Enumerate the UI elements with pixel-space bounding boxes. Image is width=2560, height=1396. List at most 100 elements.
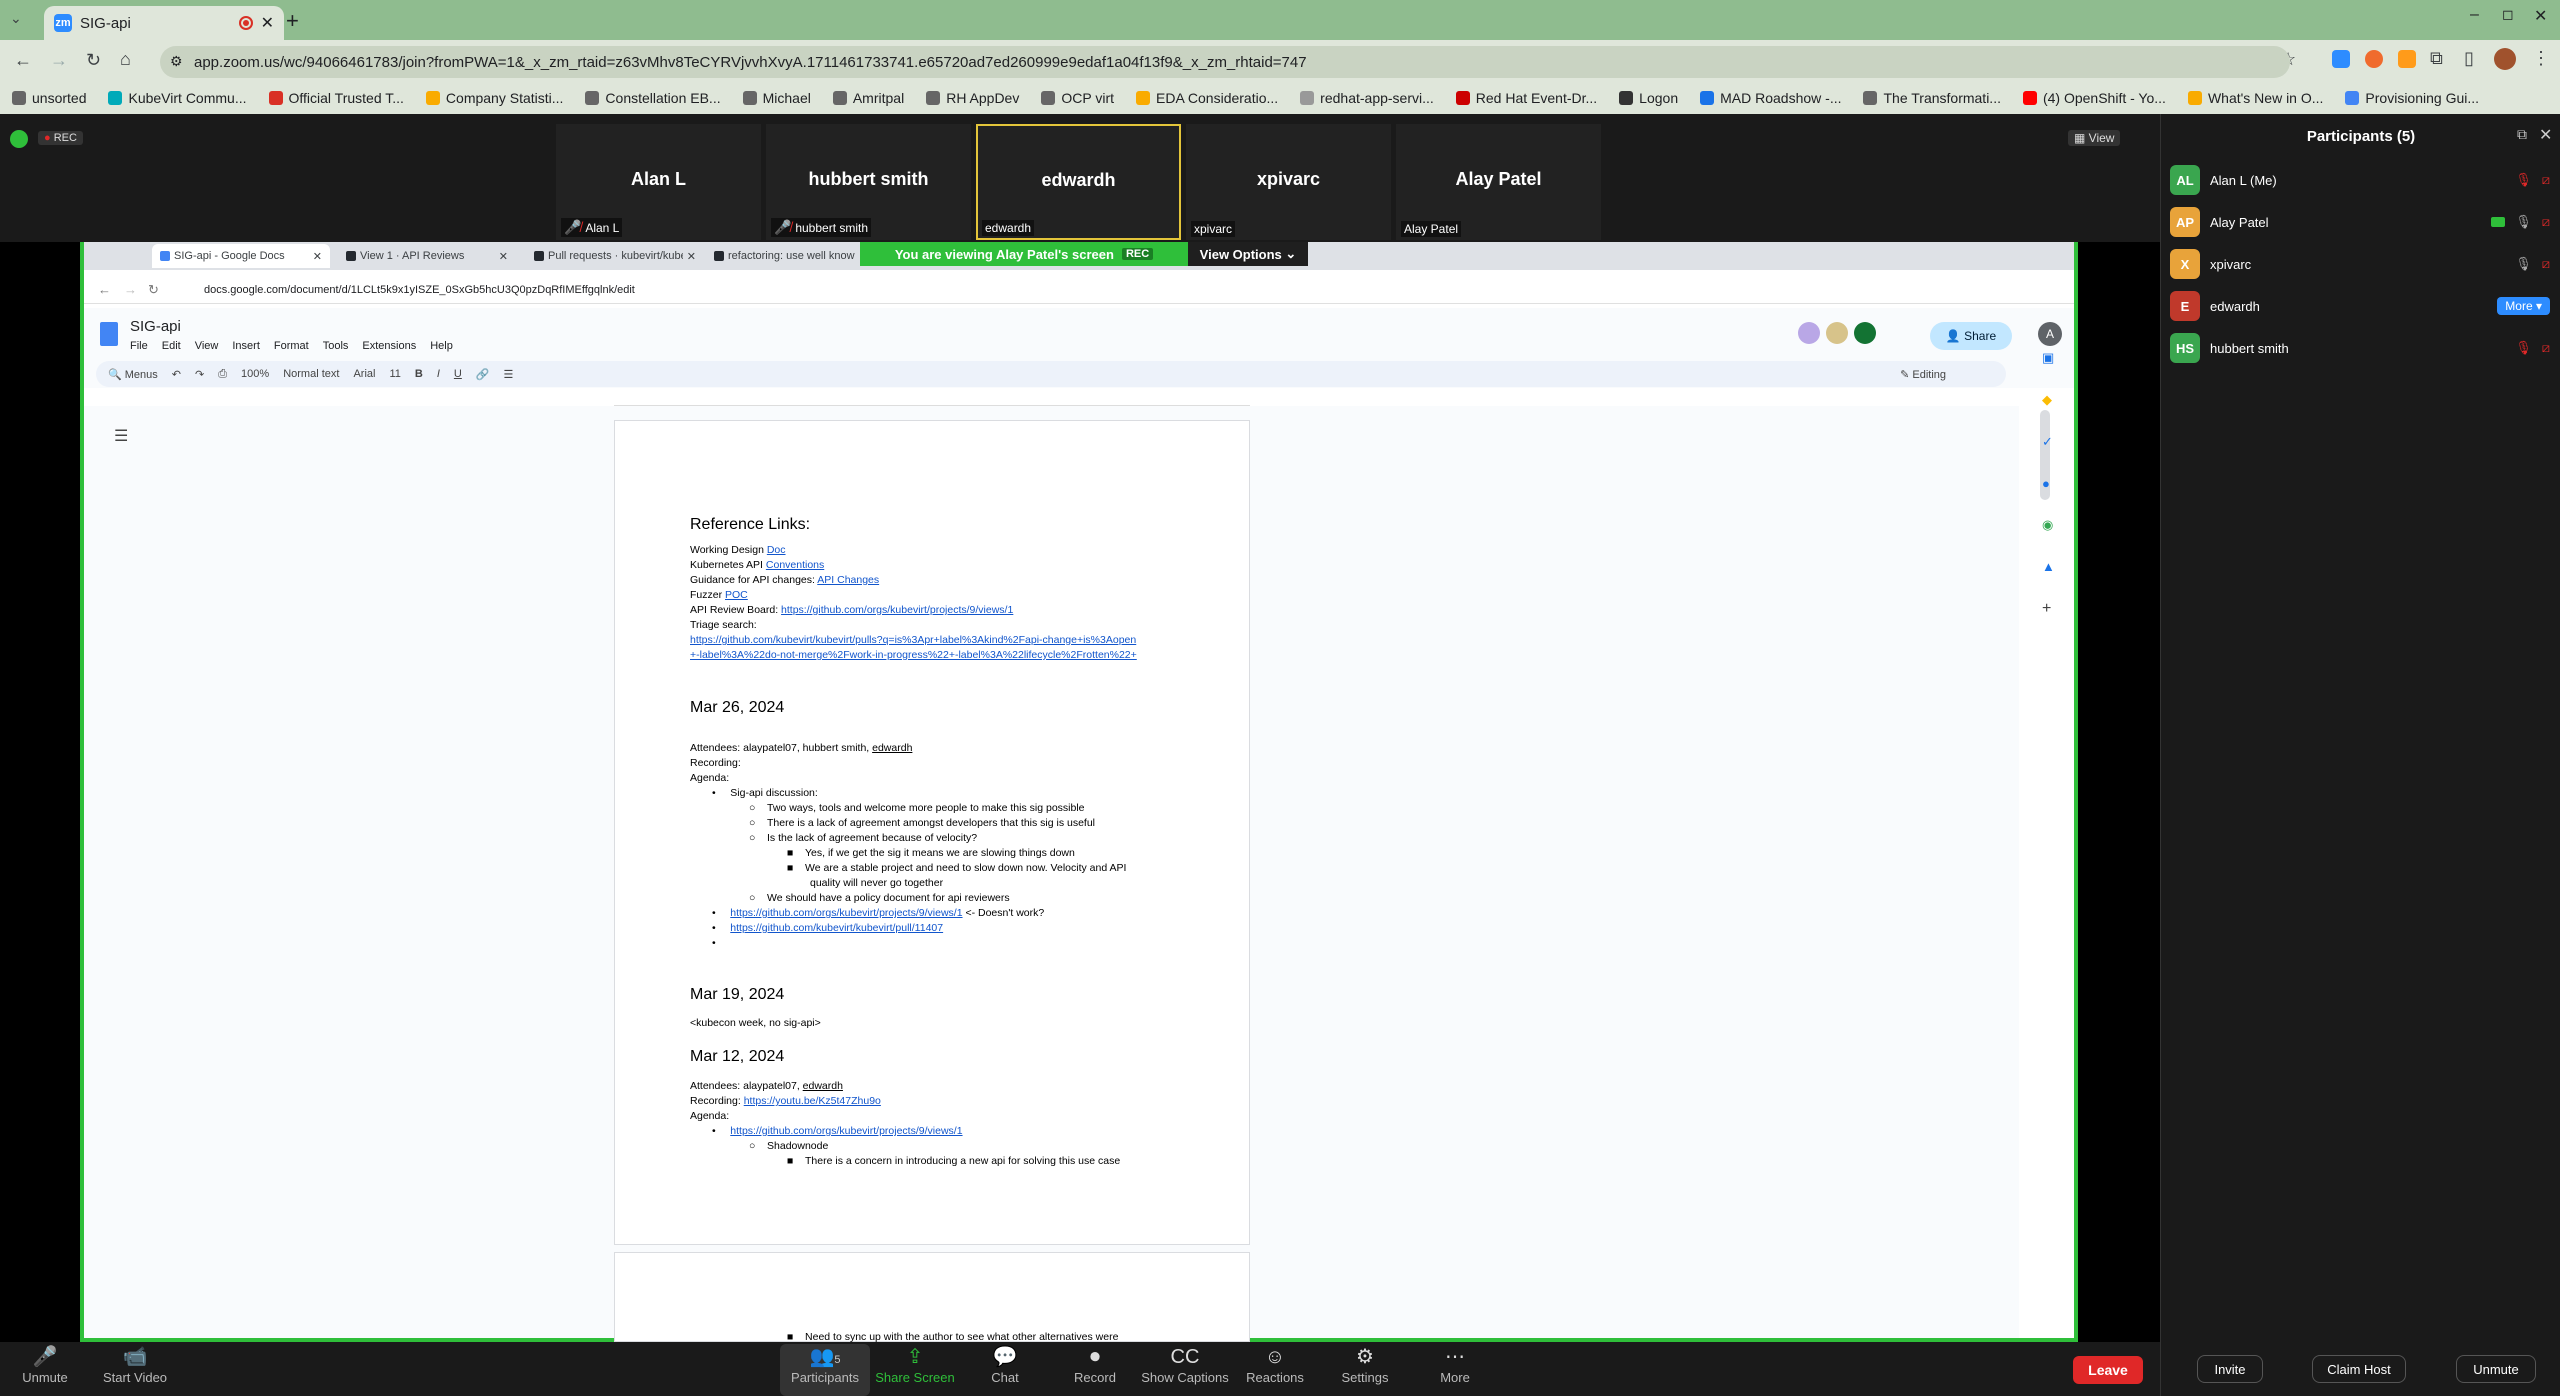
close-panel-icon[interactable]: ✕ xyxy=(2539,125,2552,145)
bookmark-item[interactable]: (4) OpenShift - Yo... xyxy=(2022,90,2166,106)
agenda-line: Agenda: xyxy=(690,772,730,784)
minimize-icon[interactable]: – xyxy=(2470,6,2479,24)
address-bar[interactable]: ⚙ app.zoom.us/wc/94066461783/join?fromPW… xyxy=(160,46,2290,78)
forward-icon[interactable]: → xyxy=(50,50,68,71)
more-button[interactable]: More ▾ xyxy=(2497,297,2550,315)
unmute-icon: 🎤 xyxy=(32,1346,58,1368)
home-icon[interactable]: ⌂ xyxy=(120,49,131,70)
site-info-icon[interactable]: ⚙ xyxy=(170,53,183,70)
side-panel-icon[interactable]: ▯ xyxy=(2464,48,2474,69)
extensions-puzzle-icon[interactable]: ⧉ xyxy=(2430,48,2443,69)
control-captions[interactable]: CC Show Captions xyxy=(1140,1344,1230,1396)
control-label: Show Captions xyxy=(1141,1370,1229,1385)
bookmark-favicon-icon xyxy=(1300,91,1315,105)
tab-search-icon[interactable]: ⌄ xyxy=(10,10,22,27)
bookmark-item[interactable]: Constellation EB... xyxy=(585,90,721,106)
video-tile[interactable]: Alay Patel Alay Patel xyxy=(1396,124,1601,240)
extension-icon[interactable] xyxy=(2365,50,2383,68)
video-tile[interactable]: Alan L 🎤̸ Alan L xyxy=(556,124,761,240)
reference-line: Fuzzer POC xyxy=(690,588,1013,603)
bookmark-item[interactable]: KubeVirt Commu... xyxy=(108,90,247,106)
bookmark-item[interactable]: What's New in O... xyxy=(2187,90,2323,106)
participant-row[interactable]: Xxpivarc 🎙 ⧄ xyxy=(2170,246,2550,282)
control-reactions[interactable]: ☺ Reactions xyxy=(1230,1344,1320,1396)
control-start-video[interactable]: 📹 Start Video xyxy=(90,1344,180,1396)
bookmark-item[interactable]: OCP virt xyxy=(1041,90,1114,106)
bookmark-item[interactable]: EDA Consideratio... xyxy=(1136,90,1278,106)
control-share-screen[interactable]: ⇪ Share Screen xyxy=(870,1344,960,1396)
reload-icon[interactable]: ↻ xyxy=(86,50,101,71)
muted-mic-icon: 🎤̸ xyxy=(774,219,796,235)
window-close-icon[interactable]: ✕ xyxy=(2534,6,2547,26)
control-participants[interactable]: 👥5 Participants xyxy=(780,1344,870,1396)
tile-label: xpivarc xyxy=(1191,221,1236,237)
extension-zoom-icon[interactable] xyxy=(2332,50,2350,68)
bookmark-item[interactable]: Amritpal xyxy=(832,90,904,106)
bookmark-item[interactable]: The Transformati... xyxy=(1863,90,2001,106)
bookmark-favicon-icon xyxy=(1136,91,1150,105)
underline-icon: U xyxy=(453,368,462,380)
undo-icon: ↶ xyxy=(171,368,182,381)
bookmark-item[interactable]: Logon xyxy=(1619,90,1678,106)
back-icon[interactable]: ← xyxy=(14,50,32,71)
security-shield-icon[interactable] xyxy=(10,130,28,148)
participants-icon: 👥5 xyxy=(809,1346,841,1368)
shared-url: docs.google.com/document/d/1LCLt5k9x1yIS… xyxy=(204,284,635,296)
view-layout-button[interactable]: ▦ View xyxy=(2068,130,2121,146)
control-label: Unmute xyxy=(22,1370,68,1385)
close-tab-icon[interactable]: ✕ xyxy=(261,13,274,33)
control-more[interactable]: ⋯ More xyxy=(1410,1344,1500,1396)
bookmark-item[interactable]: MAD Roadshow -... xyxy=(1700,90,1841,106)
bookmark-item[interactable]: redhat-app-servi... xyxy=(1300,90,1434,106)
invite-button[interactable]: Invite xyxy=(2197,1355,2263,1383)
control-unmute[interactable]: 🎤 Unmute xyxy=(0,1344,90,1396)
reference-line: Guidance for API changes: API Changes xyxy=(690,573,1013,588)
video-tile[interactable]: hubbert smith 🎤̸ hubbert smith xyxy=(766,124,971,240)
bookmark-item[interactable]: Michael xyxy=(742,90,811,106)
maps-icon: ◉ xyxy=(2042,517,2054,532)
participant-row[interactable]: AP Alay Patel 🎙 ⧄ xyxy=(2170,204,2550,240)
browser-menu-icon[interactable]: ⋮ xyxy=(2532,48,2550,69)
recording-badge[interactable]: ● REC xyxy=(38,131,83,145)
video-tile[interactable]: xpivarc xpivarc xyxy=(1186,124,1391,240)
bookmark-item[interactable]: Company Statisti... xyxy=(425,90,563,106)
participant-row[interactable]: Eedwardh More ▾ xyxy=(2170,288,2550,324)
avatar: AP xyxy=(2170,207,2200,237)
control-chat[interactable]: 💬 Chat xyxy=(960,1344,1050,1396)
participant-row[interactable]: AL Alan L (Me) 🎙 ⧄ xyxy=(2170,162,2550,198)
popout-icon[interactable]: ⧉ xyxy=(2517,126,2527,143)
bookmark-favicon-icon xyxy=(1863,91,1878,105)
maximize-icon[interactable]: ◻ xyxy=(2502,6,2514,23)
reference-link: https://github.com/orgs/kubevirt/project… xyxy=(781,604,1014,616)
bookmark-item[interactable]: Provisioning Gui... xyxy=(2345,90,2479,106)
bookmark-item[interactable]: Red Hat Event-Dr... xyxy=(1455,90,1597,106)
bulleted-list-icon: ☰ xyxy=(503,368,514,381)
bookmark-favicon-icon xyxy=(2022,91,2037,105)
profile-avatar[interactable] xyxy=(2494,48,2516,70)
new-tab-icon[interactable]: + xyxy=(286,8,299,34)
control-settings[interactable]: ⚙ Settings xyxy=(1320,1344,1410,1396)
bookmark-item[interactable]: RH AppDev xyxy=(926,90,1019,106)
bookmark-item[interactable]: unsorted xyxy=(12,90,86,106)
control-label: More xyxy=(1440,1370,1470,1385)
settings-icon: ⚙ xyxy=(1356,1346,1374,1368)
recording-indicator-icon xyxy=(238,16,253,30)
unmute-all-button[interactable]: Unmute xyxy=(2456,1355,2536,1383)
extension-icon-2[interactable] xyxy=(2398,50,2416,68)
view-options-button[interactable]: View Options ⌄ xyxy=(1188,242,1308,266)
reference-heading: Reference Links: xyxy=(690,516,811,533)
participant-row[interactable]: HS hubbert smith 🎙 ⧄ xyxy=(2170,330,2550,366)
addon-icon: ▲ xyxy=(2042,559,2055,574)
bookmark-favicon-icon xyxy=(1455,91,1470,105)
outline-icon: ☰ xyxy=(114,428,129,445)
shared-forward-icon: → xyxy=(124,282,137,297)
font-select: Arial xyxy=(353,368,376,380)
docs-menu-item: Format xyxy=(273,340,309,352)
bookmark-item[interactable]: Official Trusted T... xyxy=(268,90,404,106)
browser-tab-active[interactable]: zm SIG-api ✕ xyxy=(44,6,284,40)
shared-tab: Pull requests · kubevirt/kube ✕ xyxy=(526,244,704,268)
claim-host-button[interactable]: Claim Host xyxy=(2312,1355,2406,1383)
video-tile[interactable]: edwardh edwardh xyxy=(976,124,1181,240)
control-record[interactable]: ⏺ Record xyxy=(1050,1344,1140,1396)
leave-button[interactable]: Leave xyxy=(2073,1356,2143,1384)
